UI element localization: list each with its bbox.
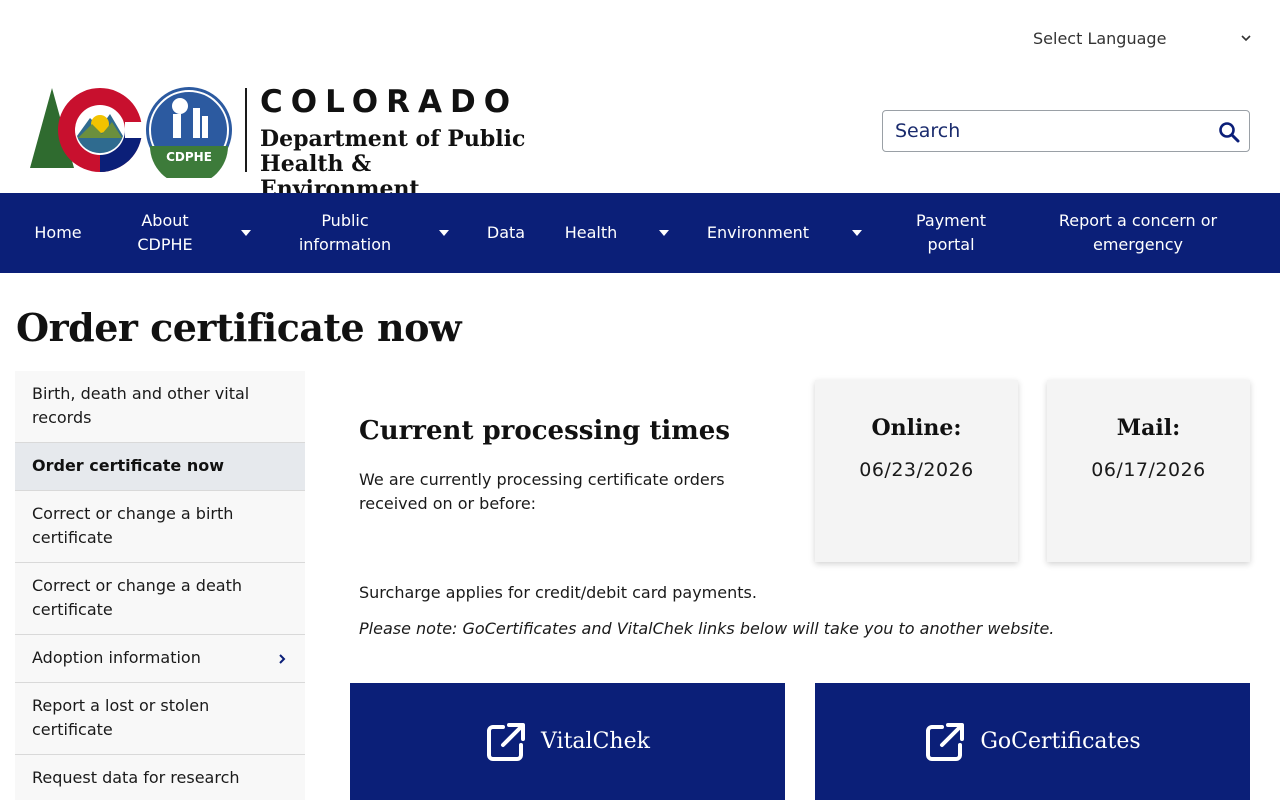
- nav-health[interactable]: Health: [536, 193, 646, 273]
- sidebar-item-label: Report a lost or stolen certificate: [32, 696, 210, 739]
- nav-environment-toggle[interactable]: [834, 193, 880, 273]
- colorado-logo-icon: CDPHE: [30, 87, 232, 178]
- online-processing-card: Online: 06/23/2026: [815, 380, 1018, 562]
- mail-processing-card: Mail: 06/17/2026: [1047, 380, 1250, 562]
- gocertificates-label: GoCertificates: [980, 729, 1141, 754]
- main-nav: Home About CDPHE Public information Data…: [0, 193, 1280, 273]
- mail-label: Mail:: [1116, 415, 1181, 441]
- nav-health-label: Health: [564, 223, 618, 242]
- sidebar-item-label: Adoption information: [32, 648, 201, 667]
- caret-down-icon: [659, 230, 669, 236]
- caret-down-icon: [852, 230, 862, 236]
- surcharge-note: Surcharge applies for credit/debit card …: [359, 583, 757, 602]
- chevron-down-icon: [1241, 35, 1251, 42]
- nav-payment-label: Payment portal: [915, 211, 987, 254]
- mail-date: 06/17/2026: [1091, 459, 1206, 481]
- sidebar-nav: Birth, death and other vital records Ord…: [15, 371, 305, 800]
- sidebar-item-research-data[interactable]: Request data for research: [15, 755, 305, 800]
- state-name: COLORADO: [260, 84, 519, 120]
- page-title: Order certificate now: [16, 305, 462, 350]
- search-icon[interactable]: [1217, 120, 1241, 144]
- nav-data[interactable]: Data: [476, 193, 536, 273]
- external-link-icon: [926, 722, 965, 761]
- nav-environment-label: Environment: [706, 223, 810, 242]
- search-box: [882, 110, 1250, 152]
- nav-public-info[interactable]: Public information: [278, 193, 412, 273]
- sidebar-item-correct-death[interactable]: Correct or change a death certificate: [15, 563, 305, 635]
- sidebar-item-correct-birth[interactable]: Correct or change a birth certificate: [15, 491, 305, 563]
- nav-health-toggle[interactable]: [646, 193, 682, 273]
- sidebar-item-adoption[interactable]: Adoption information: [15, 635, 305, 683]
- sidebar-item-label: Correct or change a death certificate: [32, 576, 243, 619]
- nav-payment-portal[interactable]: Payment portal: [880, 193, 1022, 273]
- online-date: 06/23/2026: [859, 459, 974, 481]
- language-selector[interactable]: Select Language: [1033, 26, 1253, 50]
- search-input[interactable]: [883, 120, 1203, 142]
- vitalchek-label: VitalChek: [541, 729, 650, 754]
- processing-times-description: We are currently processing certificate …: [359, 470, 725, 513]
- external-site-note: Please note: GoCertificates and VitalChe…: [359, 619, 1055, 638]
- site-logo[interactable]: CDPHE COLORADO Department of Public Heal…: [30, 84, 525, 202]
- nav-data-label: Data: [486, 223, 526, 242]
- nav-about-toggle[interactable]: [214, 193, 278, 273]
- vitalchek-button[interactable]: VitalChek: [350, 683, 785, 800]
- sidebar-item-vital-records[interactable]: Birth, death and other vital records: [15, 371, 305, 443]
- language-selector-label: Select Language: [1033, 28, 1167, 48]
- caret-down-icon: [439, 230, 449, 236]
- processing-times-heading: Current processing times: [359, 416, 730, 446]
- nav-public-info-label: Public information: [298, 211, 392, 254]
- caret-down-icon: [241, 230, 251, 236]
- nav-public-info-toggle[interactable]: [412, 193, 476, 273]
- chevron-right-icon: [279, 653, 286, 664]
- department-name: Department of Public Health & Environmen…: [260, 126, 526, 202]
- nav-report-concern[interactable]: Report a concern or emergency: [1022, 193, 1254, 273]
- logo-divider: [245, 88, 247, 172]
- nav-home[interactable]: Home: [0, 193, 116, 273]
- sidebar-item-label: Request data for research: [32, 768, 240, 787]
- sidebar-item-label: Birth, death and other vital records: [32, 384, 250, 427]
- external-link-icon: [487, 722, 526, 761]
- gocertificates-button[interactable]: GoCertificates: [815, 683, 1250, 800]
- sidebar-item-label: Correct or change a birth certificate: [32, 504, 234, 547]
- nav-report-label: Report a concern or emergency: [1058, 211, 1218, 254]
- sidebar-item-label: Order certificate now: [32, 456, 224, 475]
- online-label: Online:: [871, 415, 962, 441]
- nav-about-label: About CDPHE: [137, 211, 193, 254]
- nav-about[interactable]: About CDPHE: [116, 193, 214, 273]
- seal-text: CDPHE: [166, 150, 212, 164]
- nav-home-label: Home: [34, 223, 82, 242]
- sidebar-item-order-certificate[interactable]: Order certificate now: [15, 443, 305, 491]
- sidebar-item-lost-stolen[interactable]: Report a lost or stolen certificate: [15, 683, 305, 755]
- nav-environment[interactable]: Environment: [682, 193, 834, 273]
